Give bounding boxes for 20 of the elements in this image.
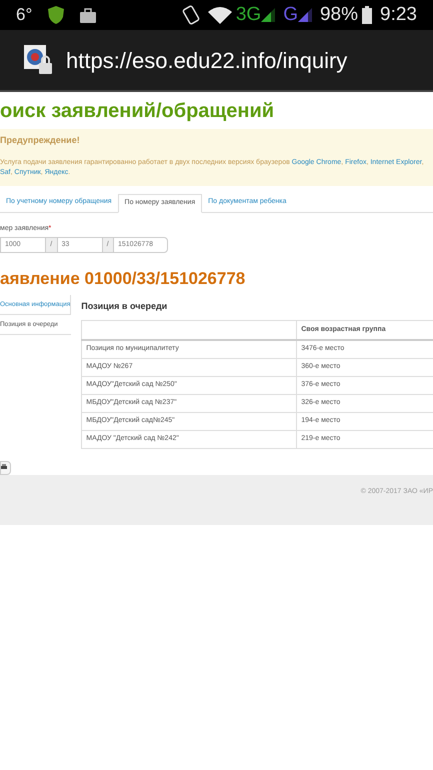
page-title: оиск заявлений/обращений <box>0 99 276 124</box>
shield-icon <box>48 6 64 24</box>
temperature: 6° <box>16 4 32 26</box>
url-text[interactable]: https://eso.edu22.info/inquiry <box>66 44 348 76</box>
warning-title: Предупреждение! <box>0 134 81 147</box>
application-title: аявление 01000/33/151026778 <box>0 268 246 290</box>
battery-percent: 98% <box>320 2 358 27</box>
printer-icon <box>1 464 7 471</box>
signal-icon <box>298 8 312 22</box>
print-button[interactable] <box>0 460 11 474</box>
wifi-icon <box>208 6 232 24</box>
screen-rotation-icon <box>182 5 200 25</box>
clock: 9:23 <box>380 2 417 27</box>
site-lock-icon <box>24 45 54 75</box>
section-title: Позиция в очереди <box>81 300 168 313</box>
battery-icon <box>362 6 372 24</box>
signal-icon <box>261 8 276 22</box>
network-type: 3G <box>236 2 262 27</box>
network-type: G <box>283 2 298 27</box>
briefcase-icon <box>80 8 96 22</box>
